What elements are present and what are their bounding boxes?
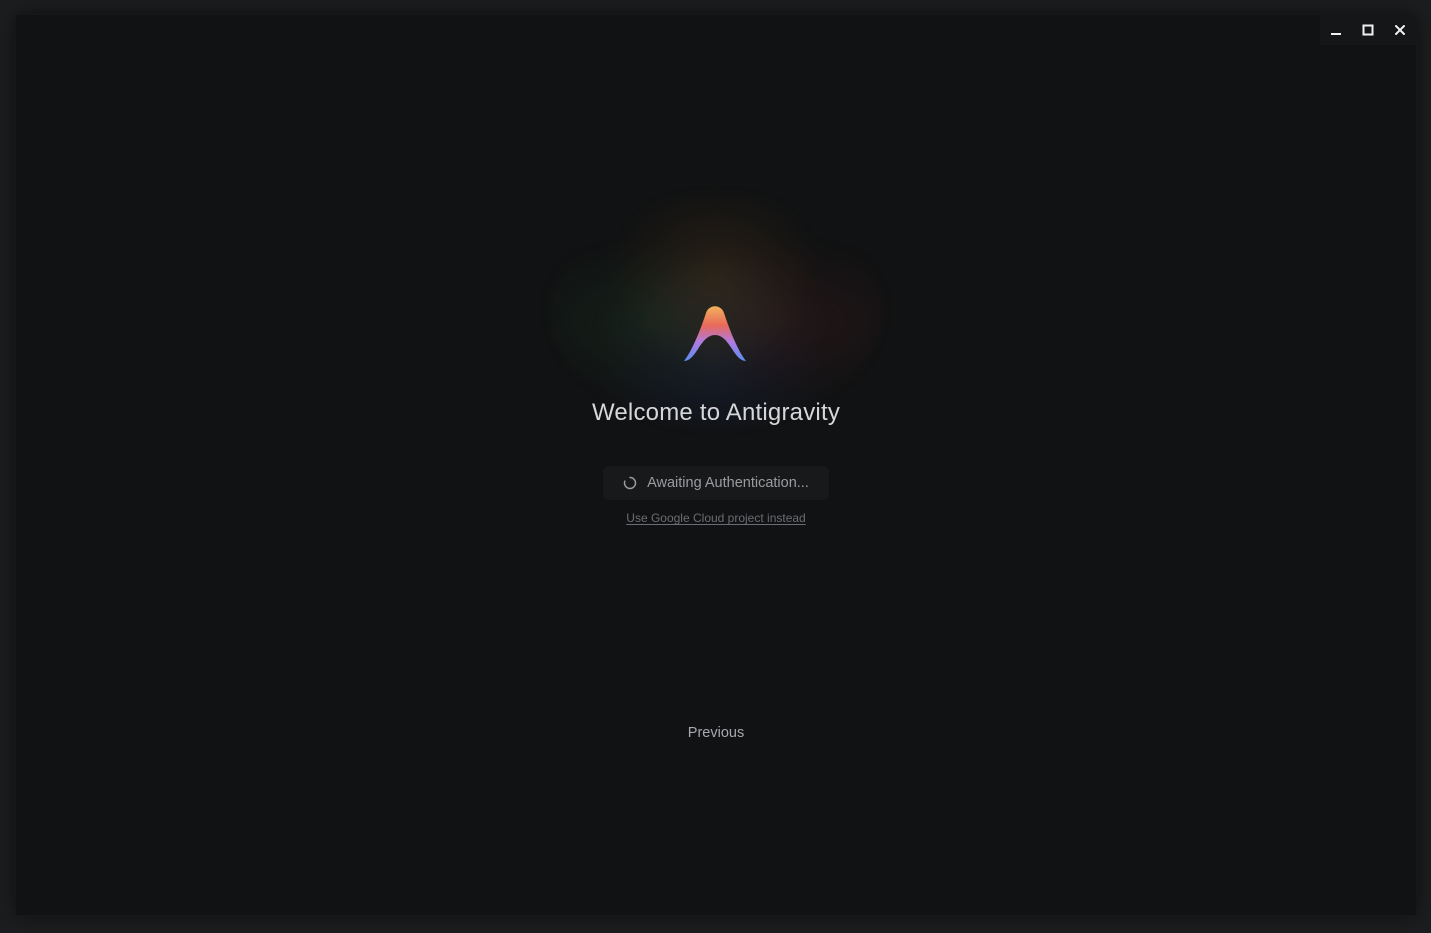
auth-status-label: Awaiting Authentication... bbox=[647, 475, 809, 491]
spinner-icon bbox=[623, 476, 637, 490]
desktop-background: Welcome to Antigravity Awaiting Authenti… bbox=[0, 0, 1431, 933]
welcome-title: Welcome to Antigravity bbox=[591, 399, 841, 426]
maximize-icon[interactable] bbox=[1355, 17, 1381, 43]
use-google-cloud-link[interactable]: Use Google Cloud project instead bbox=[626, 511, 805, 525]
window-controls bbox=[1320, 15, 1416, 45]
gcloud-link-container: Use Google Cloud project instead bbox=[16, 511, 1416, 525]
antigravity-logo-icon bbox=[682, 301, 748, 363]
app-window: Welcome to Antigravity Awaiting Authenti… bbox=[16, 15, 1416, 915]
close-icon[interactable] bbox=[1387, 17, 1413, 43]
minimize-icon[interactable] bbox=[1323, 17, 1349, 43]
awaiting-authentication-button[interactable]: Awaiting Authentication... bbox=[603, 466, 829, 500]
previous-button[interactable]: Previous bbox=[666, 721, 766, 745]
